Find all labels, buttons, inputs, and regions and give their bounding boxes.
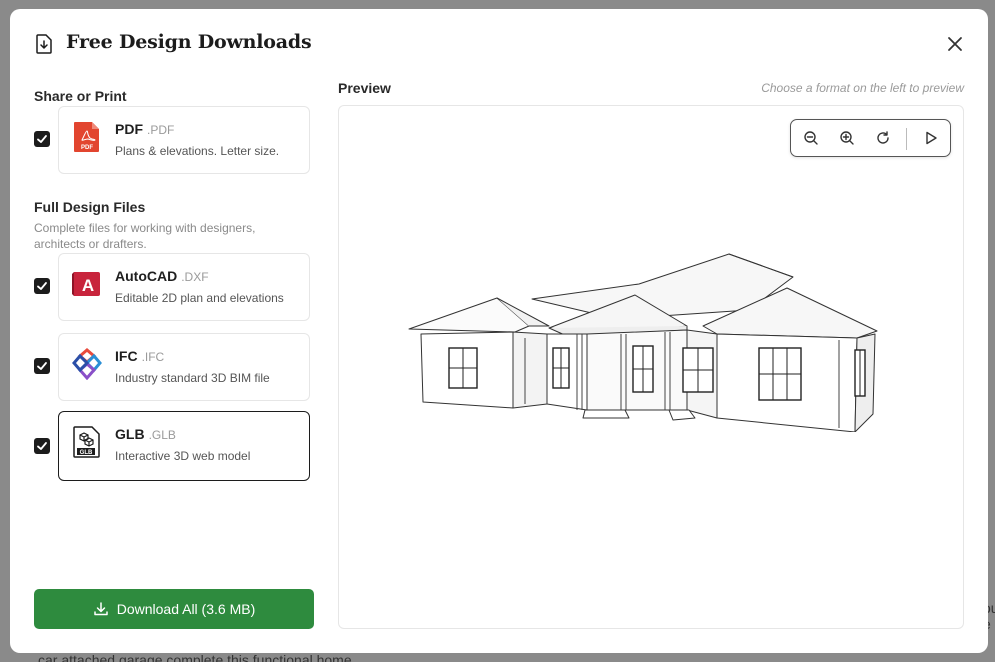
format-description: Editable 2D plan and elevations bbox=[115, 291, 284, 305]
format-row-ifc: IFC .IFC Industry standard 3D BIM file bbox=[34, 333, 314, 401]
check-icon bbox=[37, 282, 47, 290]
modal-title: Free Design Downloads bbox=[66, 31, 312, 53]
backdrop-page-text: car attached garage complete this functi… bbox=[38, 652, 356, 662]
format-card-glb[interactable]: GLB GLB .GLB Interactive 3D web model bbox=[58, 411, 310, 481]
format-name: IFC .IFC bbox=[115, 348, 165, 364]
ifc-icon bbox=[72, 348, 102, 380]
download-all-label: Download All (3.6 MB) bbox=[116, 601, 256, 617]
format-ext: .DXF bbox=[181, 270, 209, 284]
format-description: Interactive 3D web model bbox=[115, 449, 251, 463]
format-card-autocad[interactable]: A AutoCAD .DXF Editable 2D plan and eleva… bbox=[58, 253, 310, 321]
autocad-icon: A bbox=[72, 272, 100, 296]
zoom-out-icon bbox=[804, 131, 818, 145]
zoom-in-icon bbox=[840, 131, 854, 145]
format-name: PDF .PDF bbox=[115, 121, 175, 137]
autocad-icon-letter: A bbox=[82, 276, 94, 295]
check-icon bbox=[37, 135, 47, 143]
full-design-section-description: Complete files for working with designer… bbox=[34, 221, 256, 251]
format-card-pdf[interactable]: PDF PDF .PDF Plans & elevations. Letter s… bbox=[58, 106, 310, 174]
glb-icon: GLB bbox=[73, 426, 100, 458]
close-icon bbox=[948, 37, 962, 51]
reset-icon bbox=[877, 131, 889, 144]
format-name: GLB .GLB bbox=[115, 426, 176, 442]
preview-label: Preview bbox=[338, 80, 391, 96]
download-all-button[interactable]: Download All (3.6 MB) bbox=[34, 589, 314, 629]
play-icon bbox=[926, 131, 937, 145]
close-button[interactable] bbox=[944, 33, 966, 55]
pdf-checkbox[interactable] bbox=[34, 131, 50, 147]
download-modal: Free Design Downloads Share or Print PDF… bbox=[10, 9, 988, 653]
pdf-icon: PDF bbox=[74, 122, 99, 152]
format-name: AutoCAD .DXF bbox=[115, 268, 209, 284]
toolbar-separator bbox=[906, 128, 907, 150]
preview-panel[interactable] bbox=[338, 105, 964, 629]
modal-header: Free Design Downloads bbox=[10, 9, 988, 77]
format-description: Plans & elevations. Letter size. bbox=[115, 144, 280, 158]
format-description: Industry standard 3D BIM file bbox=[115, 371, 270, 385]
pdf-icon-label: PDF bbox=[81, 145, 93, 151]
format-ext: .GLB bbox=[148, 428, 176, 442]
format-list-panel: Share or Print PDF PDF .PDF Plans & eleva… bbox=[34, 77, 314, 637]
format-row-glb: GLB GLB .GLB Interactive 3D web model bbox=[34, 411, 314, 481]
format-row-autocad: A AutoCAD .DXF Editable 2D plan and eleva… bbox=[34, 253, 314, 321]
format-card-ifc[interactable]: IFC .IFC Industry standard 3D BIM file bbox=[58, 333, 310, 401]
ifc-checkbox[interactable] bbox=[34, 358, 50, 374]
zoom-out-button[interactable] bbox=[801, 128, 821, 148]
format-ext: .PDF bbox=[147, 123, 175, 137]
glb-checkbox[interactable] bbox=[34, 438, 50, 454]
autocad-checkbox[interactable] bbox=[34, 278, 50, 294]
check-icon bbox=[37, 442, 47, 450]
zoom-in-button[interactable] bbox=[837, 128, 857, 148]
share-section-title: Share or Print bbox=[34, 88, 127, 104]
play-button[interactable] bbox=[921, 128, 941, 148]
download-icon bbox=[93, 602, 108, 616]
reset-view-button[interactable] bbox=[873, 128, 893, 148]
check-icon bbox=[37, 362, 47, 370]
full-design-section-title: Full Design Files bbox=[34, 199, 146, 215]
format-ext: .IFC bbox=[141, 350, 165, 364]
preview-hint: Choose a format on the left to preview bbox=[761, 81, 964, 95]
format-row-pdf: PDF PDF .PDF Plans & elevations. Letter s… bbox=[34, 106, 314, 174]
document-download-icon bbox=[36, 34, 52, 54]
glb-icon-label: GLB bbox=[80, 450, 93, 456]
house-3d-model bbox=[408, 253, 878, 432]
preview-toolbar bbox=[790, 119, 951, 157]
